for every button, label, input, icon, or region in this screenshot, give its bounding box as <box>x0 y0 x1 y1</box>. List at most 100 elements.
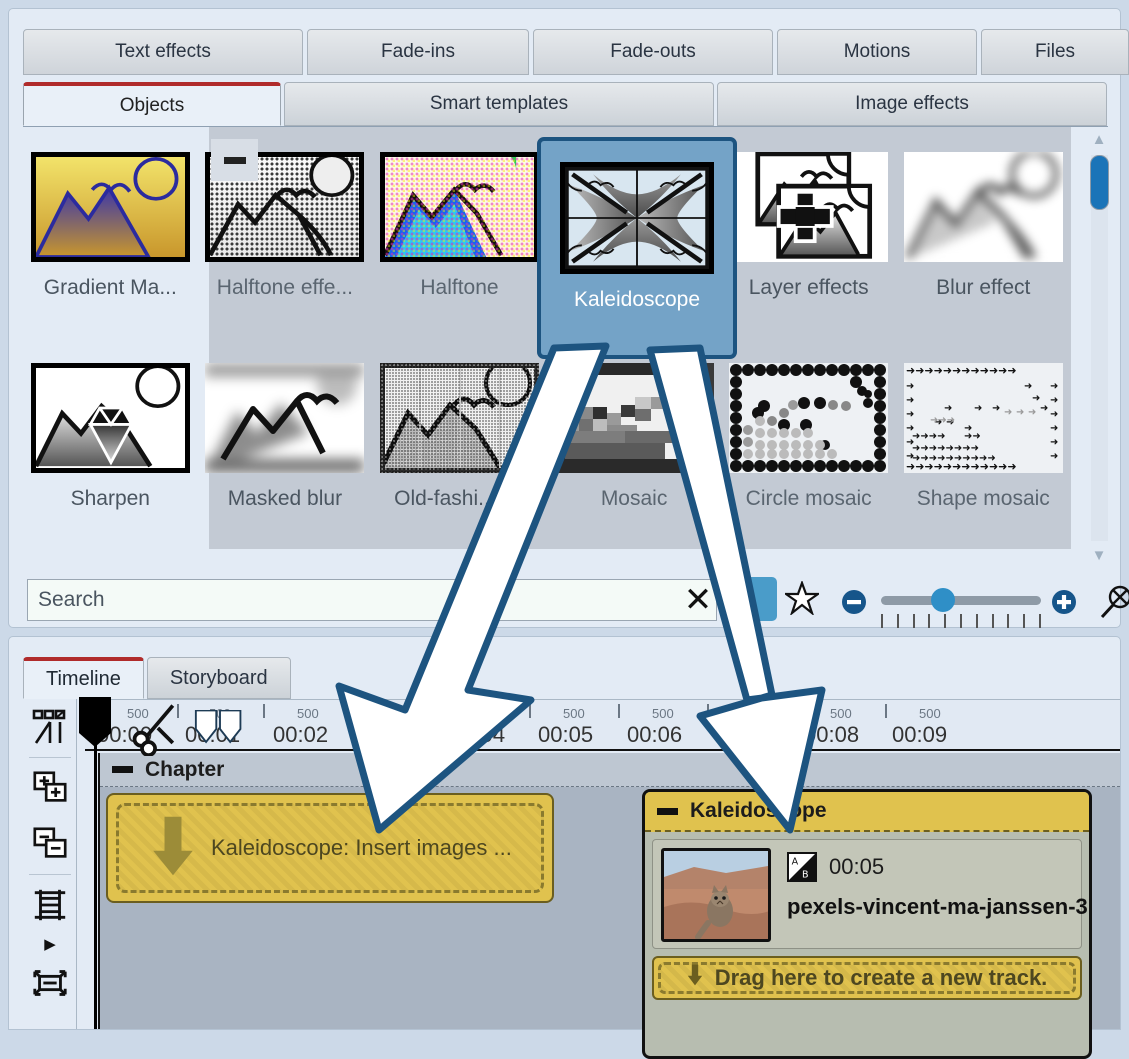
tab-files[interactable]: Files <box>981 29 1129 75</box>
sharpen-thumbnail <box>31 363 190 473</box>
svg-text:➜: ➜ <box>1050 423 1058 434</box>
effect-label: Halftone effe... <box>217 276 353 300</box>
tab-image-effects[interactable]: Image effects <box>717 82 1107 126</box>
chapter-header[interactable]: Chapter <box>100 753 1120 787</box>
collapse-group-button[interactable] <box>211 139 258 181</box>
expand-caret-icon[interactable]: ▶ <box>23 933 77 955</box>
gradient-map-thumbnail <box>31 152 190 262</box>
effect-item-halftone[interactable]: Halftone <box>372 127 547 338</box>
mosaic-thumbnail <box>555 363 714 473</box>
tab-label: Motions <box>844 41 911 63</box>
svg-text:➜➜➜➜: ➜➜➜➜ <box>912 431 946 442</box>
effect-label: Gradient Ma... <box>44 276 177 300</box>
playhead-handle[interactable] <box>79 697 111 733</box>
effect-item-sharpen[interactable]: Sharpen <box>23 338 198 549</box>
tab-fade-outs[interactable]: Fade-outs <box>533 29 773 75</box>
minus-icon <box>224 157 246 164</box>
search-input[interactable]: Search <box>27 579 717 621</box>
ruler-label: 00:03 <box>361 722 416 748</box>
zoom-in-button[interactable] <box>1051 589 1077 620</box>
timeline-tracks: Chapter Kaleidoscope: Insert images ... … <box>98 753 1120 1029</box>
effect-item-kaleidoscope-selected[interactable]: Kaleidoscope <box>537 137 737 359</box>
zoom-slider-handle[interactable] <box>931 588 955 612</box>
add-track-icon[interactable] <box>23 760 77 816</box>
effect-item-blur-effect[interactable]: Blur effect <box>896 127 1071 338</box>
effect-label: Shape mosaic <box>917 487 1050 511</box>
object-overview-icon[interactable] <box>23 699 77 755</box>
chapter-label: Chapter <box>145 758 224 782</box>
svg-text:➜➜➜➜➜➜➜➜➜➜➜➜: ➜➜➜➜➜➜➜➜➜➜➜➜ <box>906 364 1017 377</box>
new-track-dropzone[interactable]: Drag here to create a new track. <box>652 956 1082 1000</box>
scrollbar-thumb[interactable] <box>1090 155 1109 210</box>
tab-motions[interactable]: Motions <box>777 29 977 75</box>
tab-label: Text effects <box>115 41 211 63</box>
tab-objects[interactable]: Objects <box>23 82 281 126</box>
svg-text:➜: ➜ <box>1050 451 1058 462</box>
ruler-minor-label: 500 <box>385 706 407 721</box>
tab-fade-ins[interactable]: Fade-ins <box>307 29 529 75</box>
timeline-drop-clip[interactable]: Kaleidoscope: Insert images ... <box>106 793 554 903</box>
effect-item-old-fashioned[interactable]: Old-fashi...e... <box>372 338 547 549</box>
effect-label: Sharpen <box>71 487 150 511</box>
collapse-group-icon[interactable] <box>657 808 678 815</box>
tab-timeline[interactable]: Timeline <box>23 657 144 699</box>
favorites-star-icon[interactable] <box>785 581 819 617</box>
layer-effects-thumbnail <box>729 152 888 262</box>
ruler-label: 00:06 <box>627 722 682 748</box>
tab-text-effects[interactable]: Text effects <box>23 29 303 75</box>
scroll-up-arrow[interactable]: ▲ <box>1089 131 1109 149</box>
search-submit-button[interactable] <box>741 577 777 621</box>
ruler-label: 00:09 <box>892 722 947 748</box>
masked-blur-thumbnail <box>205 363 364 473</box>
effect-item-circle-mosaic[interactable]: Circle mosaic <box>721 338 896 549</box>
effect-item-masked-blur[interactable]: Masked blur <box>198 338 373 549</box>
svg-text:➜: ➜ <box>1016 407 1024 418</box>
effect-label: Mosaic <box>601 487 668 511</box>
ruler-label: 00:08 <box>804 722 859 748</box>
svg-text:➜: ➜ <box>1004 407 1012 418</box>
group-header[interactable]: Kaleidoscope <box>645 792 1089 832</box>
timeline-panel: Timeline Storyboard <box>8 636 1121 1030</box>
effect-label: Old-fashi...e... <box>394 487 525 511</box>
expand-tracks-icon[interactable] <box>23 955 77 1011</box>
effect-item-layer-effects[interactable]: Layer effects <box>721 127 896 338</box>
tab-label: Timeline <box>46 668 121 691</box>
effect-item-shape-mosaic[interactable]: ➜➜➜➜➜➜➜➜➜➜➜➜ ➜➜➜➜➜➜➜➜➜➜➜➜ ➜➜➜➜➜➜ ➜➜➜➜➜➜ … <box>896 338 1071 549</box>
svg-text:➜: ➜ <box>1028 407 1036 418</box>
svg-text:➜: ➜ <box>992 403 1000 414</box>
tab-storyboard[interactable]: Storyboard <box>147 657 291 699</box>
timeline-image-clip[interactable]: A B 00:05 pexels-vincent-ma-janssen-3 <box>652 839 1082 949</box>
ruler-minor-label: 500 <box>297 706 319 721</box>
scrollbar-track[interactable] <box>1091 155 1108 541</box>
effect-label: Kaleidoscope <box>574 288 700 312</box>
svg-text:➜: ➜ <box>944 403 952 414</box>
zoom-slider-track[interactable] <box>881 596 1041 605</box>
effects-scrollbar[interactable]: ▲ ▼ <box>1084 127 1114 569</box>
svg-text:➜➜➜➜➜➜➜➜➜➜: ➜➜➜➜➜➜➜➜➜➜ <box>912 453 996 464</box>
effect-item-mosaic[interactable]: Mosaic <box>547 338 722 549</box>
svg-text:A: A <box>792 856 799 867</box>
ruler-minor-label: 500 <box>652 706 674 721</box>
zoom-out-button[interactable] <box>841 589 867 620</box>
clip-filename: pexels-vincent-ma-janssen-3 <box>787 894 1088 920</box>
collapse-chapter-icon[interactable] <box>112 766 133 773</box>
zoom-reset-icon[interactable] <box>1096 584 1129 622</box>
group-title: Kaleidoscope <box>690 799 827 823</box>
range-markers-icon[interactable] <box>194 710 246 753</box>
effect-item-gradient-map[interactable]: Gradient Ma... <box>23 127 198 338</box>
ruler-minor-label: 500 <box>919 706 941 721</box>
drop-arrow-icon <box>151 813 195 884</box>
svg-text:➜: ➜ <box>1024 381 1032 392</box>
ruler-minor-label: 500 <box>474 706 496 721</box>
svg-text:➜: ➜ <box>906 409 914 420</box>
ruler-label: 00:04 <box>450 722 505 748</box>
fit-height-icon[interactable] <box>23 877 77 933</box>
clear-search-icon[interactable]: ✕ <box>679 582 717 620</box>
tab-label: Fade-outs <box>610 41 696 63</box>
timeline-group-kaleidoscope[interactable]: Kaleidoscope <box>642 789 1092 1059</box>
tab-label: Storyboard <box>170 667 268 690</box>
scroll-down-arrow[interactable]: ▼ <box>1089 547 1109 565</box>
remove-track-icon[interactable] <box>23 816 77 872</box>
tab-smart-templates[interactable]: Smart templates <box>284 82 714 126</box>
cut-marker-icon[interactable] <box>128 700 184 761</box>
